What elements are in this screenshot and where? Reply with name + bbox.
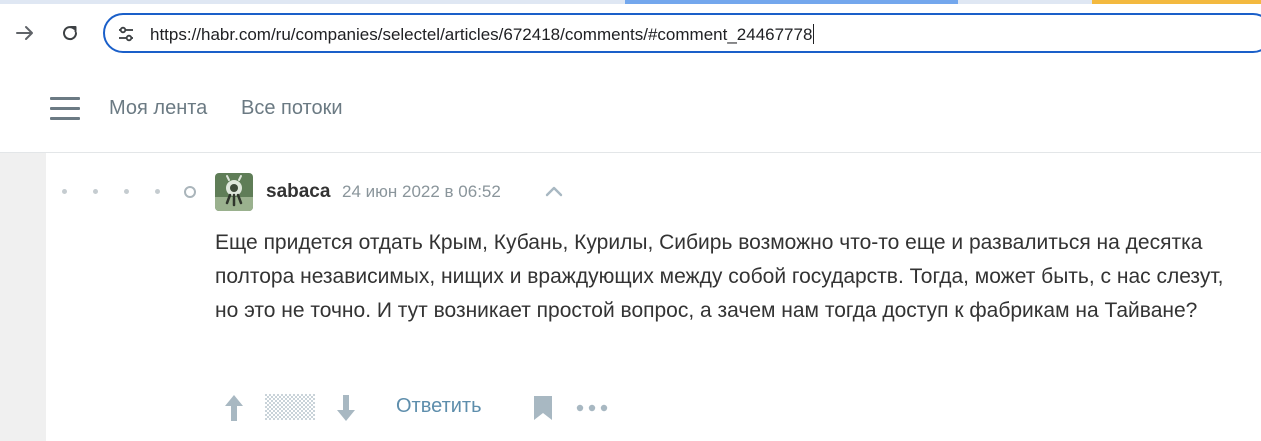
- text-caret: [813, 24, 815, 44]
- user-avatar-icon: [215, 173, 253, 211]
- tab-indicator[interactable]: [1092, 0, 1261, 4]
- thread-dot: [124, 189, 129, 194]
- more-button[interactable]: [576, 396, 608, 420]
- vote-up-button[interactable]: [221, 392, 247, 424]
- avatar[interactable]: [215, 173, 253, 211]
- tune-icon[interactable]: [117, 25, 135, 43]
- thread-dot: [93, 189, 98, 194]
- thread-dot: [155, 189, 160, 194]
- more-dots-icon: [576, 404, 608, 412]
- reload-button[interactable]: [57, 20, 83, 46]
- url-text[interactable]: https://habr.com/ru/companies/selectel/a…: [150, 24, 815, 45]
- bookmark-button[interactable]: [531, 393, 555, 423]
- reload-icon: [63, 26, 78, 41]
- thread-dot: [62, 189, 67, 194]
- bookmark-icon: [534, 396, 552, 420]
- vote-down-button[interactable]: [333, 392, 359, 424]
- address-bar[interactable]: https://habr.com/ru/companies/selectel/a…: [103, 13, 1261, 53]
- reply-button[interactable]: Ответить: [396, 395, 482, 418]
- comment-author[interactable]: sabaca: [266, 181, 330, 203]
- url-value: https://habr.com/ru/companies/selectel/a…: [150, 25, 813, 44]
- site-header: Моя лента Все потоки: [0, 64, 1261, 153]
- chevron-up-icon[interactable]: [544, 183, 564, 199]
- thread-dot-current: [184, 186, 196, 198]
- comment-date[interactable]: 24 июн 2022 в 06:52: [342, 182, 501, 202]
- forward-button[interactable]: [12, 20, 38, 46]
- nav-all-streams[interactable]: Все потоки: [241, 97, 343, 120]
- arrow-up-icon: [225, 395, 243, 421]
- rating-placeholder: [265, 394, 315, 420]
- browser-toolbar: https://habr.com/ru/companies/selectel/a…: [0, 0, 1261, 65]
- rating-hidden-pattern-icon: [265, 394, 315, 420]
- arrow-right-icon: [16, 26, 33, 40]
- hamburger-icon[interactable]: [50, 97, 80, 121]
- active-tab-indicator[interactable]: [625, 0, 958, 4]
- tab-strip: [0, 0, 1261, 4]
- comment-body: Еще придется отдать Крым, Кубань, Курилы…: [215, 231, 1224, 322]
- arrow-down-icon: [337, 395, 355, 421]
- nav-my-feed[interactable]: Моя лента: [109, 97, 207, 120]
